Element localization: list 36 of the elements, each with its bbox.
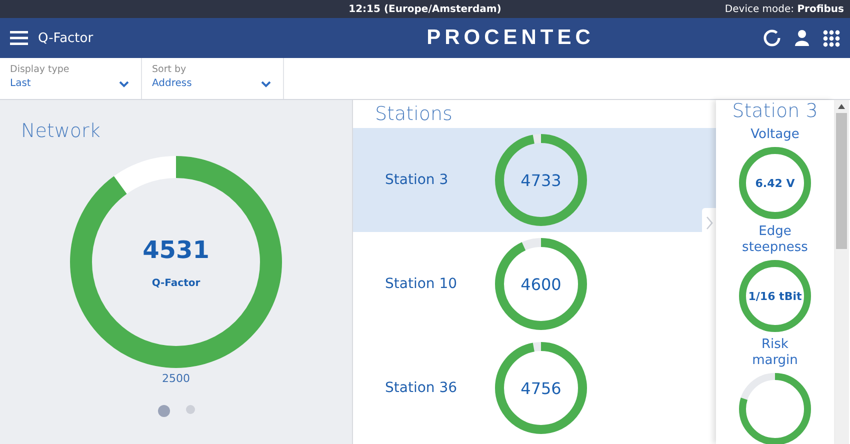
chevron-right-icon [706, 216, 712, 230]
detail-title: Station 3 [732, 100, 818, 122]
gauge-value: 4733 [520, 170, 562, 190]
gauge-caption: Q-Factor [152, 278, 200, 288]
metric-label: Voltage [750, 127, 800, 143]
gauge-value: 6.42 V [755, 176, 795, 190]
device-mode: Device mode: Profibus [724, 4, 844, 14]
clock-time: 12:15 (Europe/Amsterdam) [348, 4, 502, 14]
apps-grid-icon[interactable] [823, 30, 840, 46]
metric-label: Edge steepness [742, 224, 808, 256]
station-name: Station 36 [385, 380, 458, 396]
station-name: Station 10 [385, 276, 458, 292]
page-dot[interactable] [158, 405, 170, 417]
gauge-ring [739, 260, 811, 332]
user-icon[interactable] [795, 30, 809, 46]
gauge-ring [739, 373, 811, 444]
gauge-value: 4531 [142, 236, 210, 264]
section-title: Network [21, 120, 100, 142]
gauge-value: 4600 [520, 274, 562, 294]
gauge-value: 1/16 tBit [748, 290, 802, 302]
gauge-minimum: 2500 [162, 372, 190, 385]
page-title: Q-Factor [38, 30, 94, 46]
scrollbar-thumb[interactable] [836, 113, 847, 249]
section-title: Stations [375, 103, 454, 125]
page-dot[interactable] [186, 405, 194, 414]
chevron-down-icon [261, 81, 271, 88]
menu-icon[interactable] [10, 31, 28, 45]
gauge-ring [739, 147, 811, 219]
gauge-value: 4756 [520, 378, 562, 398]
logo: PROCENTEC [426, 26, 596, 50]
refresh-ring-icon[interactable] [763, 29, 781, 47]
station-name: Station 3 [385, 172, 450, 188]
station-row[interactable]: Station 3 4733 [353, 128, 716, 232]
scroll-up-icon[interactable] [838, 104, 845, 109]
chevron-down-icon [119, 81, 129, 88]
metric-label: Risk margin [752, 337, 798, 369]
